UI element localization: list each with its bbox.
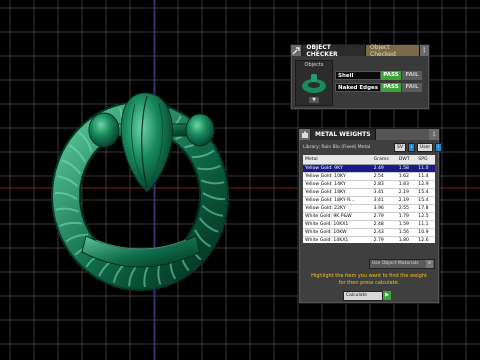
table-row[interactable]: Yellow Gold: 10KY 2.54 1.62 11.4 — [303, 172, 435, 181]
column-header[interactable]: SPG — [416, 155, 435, 165]
table-cell: 1.58 — [396, 164, 417, 173]
table-header-row: Metal Grams DWT SPG — [303, 155, 435, 165]
table-row[interactable]: Yellow Gold: 18KY R... 3.41 2.19 15.4 — [303, 196, 435, 205]
table-cell: 11.0 — [416, 164, 435, 173]
library-label: Library: Rain Blo (Fixed) Metal — [303, 145, 371, 150]
table-row[interactable]: White Gold: 9K P&W 2.79 1.79 12.5 — [303, 212, 435, 221]
tab-metal-weights[interactable]: METAL WEIGHTS — [311, 129, 376, 140]
check-name: Naked Edges — [335, 83, 381, 92]
column-header[interactable]: DWT — [396, 155, 417, 165]
table-cell: Yellow Gold: 14KY — [303, 180, 372, 189]
titlebar-fill — [375, 129, 429, 140]
table-cell: 2.19 — [396, 188, 417, 197]
table-cell: 1.56 — [396, 228, 417, 237]
close-icon[interactable]: × — [426, 260, 433, 268]
table-cell: 1.79 — [396, 212, 417, 221]
object-checker-titlebar: OBJECT CHECKER Object Checked ⋮ — [291, 44, 429, 58]
check-name: Shell — [335, 71, 381, 80]
check-fail-button[interactable]: FAIL — [402, 83, 422, 92]
table-cell: Yellow Gold: 18KY — [303, 188, 372, 197]
object-checker-panel: OBJECT CHECKER Object Checked ⋮ Objects … — [290, 44, 430, 110]
metal-weights-titlebar: METAL WEIGHTS ⋮ — [299, 129, 439, 140]
library-buttons: SV i User i — [394, 143, 443, 152]
objects-label: Objects — [304, 62, 324, 68]
check-fail-button[interactable]: FAIL — [402, 71, 422, 80]
table-cell: 3.96 — [371, 204, 397, 213]
user-button[interactable]: User — [416, 143, 434, 152]
table-cell: White Gold: 10KX1 — [303, 220, 372, 229]
table-row[interactable]: Yellow Gold: 18KY 3.41 2.19 15.4 — [303, 188, 435, 197]
metals-table[interactable]: Metal Grams DWT SPG Yellow Gold: 9KY 2.49… — [303, 155, 435, 243]
use-object-materials-label: Use Object Materials — [372, 261, 419, 266]
check-pass-button[interactable]: PASS — [381, 71, 401, 80]
table-cell: 1.80 — [396, 236, 417, 243]
table-cell: 10.9 — [416, 228, 435, 237]
table-cell: 2.48 — [371, 220, 397, 229]
table-cell: White Gold: 9K P&W — [303, 212, 372, 221]
table-cell: 1.62 — [396, 172, 417, 181]
table-cell: 17.8 — [416, 204, 435, 213]
objects-down-arrow[interactable]: ▼ — [309, 97, 319, 103]
check-row-naked-edges: Naked Edges PASS FAIL — [335, 83, 423, 92]
calculate-button[interactable]: Calculate — [343, 291, 383, 301]
check-pass-button[interactable]: PASS — [381, 83, 401, 92]
table-cell: 1.59 — [396, 220, 417, 229]
ring-model[interactable] — [51, 92, 229, 291]
table-cell: 2.55 — [396, 204, 417, 213]
table-row[interactable]: White Gold: 10KX1 2.48 1.59 11.1 — [303, 220, 435, 229]
metal-weights-panel: METAL WEIGHTS ⋮ Library: Rain Blo (Fixed… — [298, 128, 443, 304]
table-cell: 2.79 — [371, 236, 397, 243]
grip-icon[interactable]: ⋮ — [429, 129, 439, 140]
table-cell: White Gold: 14KX1 — [303, 236, 372, 243]
table-cell: 1.83 — [396, 180, 417, 189]
table-cell: 2.79 — [371, 212, 397, 221]
table-cell: 12.6 — [416, 236, 435, 243]
table-cell: 2.83 — [371, 180, 397, 189]
table-row[interactable]: Yellow Gold: 14KY 2.83 1.83 12.9 — [303, 180, 435, 189]
table-cell: 2.43 — [371, 228, 397, 237]
table-cell: Yellow Gold: 22KY — [303, 204, 372, 213]
table-row[interactable]: Yellow Gold: 9KY 2.49 1.58 11.0 — [303, 164, 435, 173]
ring-thumbnail-icon[interactable] — [300, 71, 328, 95]
column-header[interactable]: Metal — [303, 155, 372, 165]
scale-icon[interactable] — [299, 129, 311, 140]
table-cell: Yellow Gold: 9KY — [303, 164, 372, 173]
use-object-materials-field[interactable]: Use Object Materials × — [369, 259, 435, 269]
sv-button[interactable]: SV — [394, 143, 406, 152]
grip-icon[interactable]: ⋮ — [419, 45, 429, 56]
table-cell: 11.4 — [416, 172, 435, 181]
table-cell: 15.4 — [416, 196, 435, 205]
table-cell: 3.41 — [371, 196, 397, 205]
tab-object-checker[interactable]: OBJECT CHECKER — [302, 44, 367, 58]
info-icon[interactable]: i — [435, 143, 443, 152]
column-header[interactable]: Grams — [371, 155, 397, 165]
check-row-shell: Shell PASS FAIL — [335, 71, 423, 80]
table-row[interactable]: White Gold: 14KX1 2.79 1.80 12.6 — [303, 236, 435, 243]
wrench-icon[interactable] — [291, 45, 303, 56]
table-cell: 15.4 — [416, 188, 435, 197]
table-cell: 2.54 — [371, 172, 397, 181]
table-cell: 3.41 — [371, 188, 397, 197]
table-cell: White Gold: 10KW — [303, 228, 372, 237]
go-arrow-icon[interactable]: ▶ — [383, 291, 391, 300]
table-cell: Yellow Gold: 18KY R... — [303, 196, 372, 205]
table-cell: 12.9 — [416, 180, 435, 189]
table-cell: 2.49 — [371, 164, 397, 173]
table-cell: 2.19 — [396, 196, 417, 205]
table-cell: 12.5 — [416, 212, 435, 221]
tab-object-checked[interactable]: Object Checked — [366, 44, 420, 58]
objects-box[interactable]: Objects ▼ — [295, 60, 333, 106]
table-cell: 11.1 — [416, 220, 435, 229]
instruction-text: Highlight the item you want to find the … — [311, 273, 427, 286]
info-icon[interactable]: i — [407, 143, 415, 152]
table-row[interactable]: Yellow Gold: 22KY 3.96 2.55 17.8 — [303, 204, 435, 213]
table-row[interactable]: White Gold: 10KW 2.43 1.56 10.9 — [303, 228, 435, 237]
table-cell: Yellow Gold: 10KY — [303, 172, 372, 181]
